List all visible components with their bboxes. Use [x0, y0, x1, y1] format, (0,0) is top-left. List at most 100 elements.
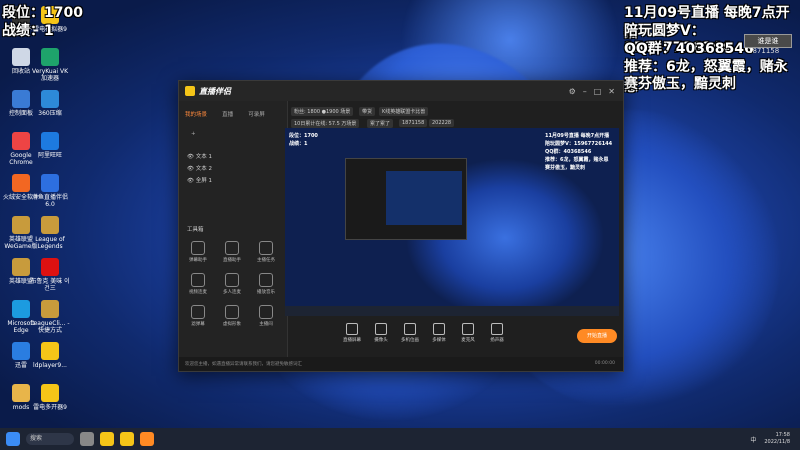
- toolbar-button-label: 多机位画: [401, 338, 419, 343]
- folder-icon[interactable]: [100, 432, 114, 446]
- desktop-icon[interactable]: LeagueCli... - 快捷方式: [30, 300, 70, 334]
- desktop-app-icon: [41, 48, 59, 66]
- preview-taskbar: [285, 306, 619, 316]
- desktop-icon[interactable]: 斗鱼直播伴侣6.0: [30, 174, 70, 208]
- toolbar-button-icon: [491, 323, 503, 335]
- stat-tired: 累了累了: [367, 119, 394, 128]
- preview-overlay-text: 11月09号直播 每晚7点开播 陪玩圆梦V：15967726144 QQ群：40…: [545, 133, 613, 171]
- tool-item[interactable]: 主播间: [253, 305, 279, 327]
- tool-icon: [225, 305, 239, 319]
- app-title: 直播伴侣: [199, 86, 231, 96]
- desktop-icon-label: ldplayer9...: [33, 362, 67, 369]
- desktop-app-icon: [41, 300, 59, 318]
- nested-preview-window: [345, 158, 467, 240]
- add-scene-icon[interactable]: +: [191, 131, 196, 137]
- tool-item[interactable]: 多人连麦: [219, 273, 245, 295]
- settings-icon[interactable]: ⚙: [569, 87, 576, 96]
- streaming-app-icon[interactable]: [140, 432, 154, 446]
- start-live-button[interactable]: 开始直播: [577, 329, 617, 343]
- stat-commerce[interactable]: 带货: [359, 107, 376, 116]
- tool-label: 虚拟形象: [223, 322, 241, 327]
- clock[interactable]: 17:58 2022/11/8: [764, 432, 790, 446]
- app-logo-icon: [185, 86, 195, 96]
- ldplayer-icon[interactable]: [120, 432, 134, 446]
- tool-item[interactable]: 滤弹幕: [185, 305, 211, 327]
- tool-item[interactable]: 虚拟形象: [219, 305, 245, 327]
- tool-icon: [225, 241, 239, 255]
- desktop-icon-label: LeagueCli... - 快捷方式: [30, 320, 70, 334]
- tool-label: 视频连麦: [189, 290, 207, 295]
- maximize-icon[interactable]: □: [594, 87, 602, 96]
- tool-item[interactable]: 直播助手: [219, 241, 245, 263]
- desktop-icon[interactable]: 布鲁克 美味 이건三: [30, 258, 70, 292]
- minimize-icon[interactable]: –: [583, 87, 587, 96]
- tab-record[interactable]: 可录屏: [248, 110, 265, 118]
- tool-icon: [259, 273, 273, 287]
- stream-preview[interactable]: 段位：1700 战绩：1 11月09号直播 每晚7点开播 陪玩圆梦V：15967…: [285, 128, 619, 316]
- qq-group: QQ群：40368546: [624, 41, 754, 57]
- app-titlebar[interactable]: 直播伴侣 ⚙ – □ ✕: [179, 81, 623, 101]
- preview-record: 战绩：1: [289, 141, 308, 147]
- ime-indicator[interactable]: 中: [750, 435, 756, 444]
- tool-item[interactable]: 视频连麦: [185, 273, 211, 295]
- desktop-app-icon: [12, 342, 30, 360]
- source-item[interactable]: 👁 文本 1: [179, 151, 287, 163]
- tool-icon: [191, 273, 205, 287]
- bottom-toolbar-button[interactable]: 扬声器: [484, 323, 510, 343]
- bottom-toolbar-button[interactable]: 多媒体: [426, 323, 452, 343]
- bottom-toolbar-button[interactable]: 直播屏幕: [339, 323, 365, 343]
- tool-label: 主播间: [259, 322, 273, 327]
- record-label: 战绩：1: [2, 23, 54, 39]
- desktop-app-icon: [41, 90, 59, 108]
- taskbar: 搜索 中 17:58 2022/11/8: [0, 428, 800, 450]
- desktop-app-icon: [12, 384, 30, 402]
- bottom-toolbar-button[interactable]: 多机位画: [397, 323, 423, 343]
- desktop-icon-label: 阿里旺旺: [37, 152, 62, 159]
- desktop-app-icon: [41, 132, 59, 150]
- desktop-icon-label: 360压缩: [38, 110, 62, 117]
- desktop-app-icon: [12, 132, 30, 150]
- start-icon[interactable]: [6, 432, 20, 446]
- bottom-toolbar-button[interactable]: 摄像头: [368, 323, 394, 343]
- desktop-app-icon: [12, 258, 30, 276]
- desktop-icon-label: 斗鱼直播伴侣6.0: [31, 194, 68, 208]
- desktop-app-icon: [41, 342, 59, 360]
- task-view-icon[interactable]: [80, 432, 94, 446]
- desktop-app-icon: [12, 48, 30, 66]
- tool-item[interactable]: 主播任务: [253, 241, 279, 263]
- bottom-toolbar-button[interactable]: 麦克风: [455, 323, 481, 343]
- stat-online: 10日累计在线: 57.5 万场景: [291, 119, 360, 128]
- tool-item[interactable]: 播放音乐: [253, 273, 279, 295]
- preview-rank: 段位：1700: [289, 133, 318, 139]
- tool-item[interactable]: 弹幕助手: [185, 241, 211, 263]
- tool-label: 弹幕助手: [189, 258, 207, 263]
- close-icon[interactable]: ✕: [608, 87, 615, 96]
- toolbar-button-label: 直播屏幕: [343, 338, 361, 343]
- desktop-app-icon: [41, 384, 59, 402]
- desktop-app-icon: [12, 90, 30, 108]
- desktop-icon[interactable]: League of Legends: [30, 216, 70, 250]
- tab-live[interactable]: 直播: [222, 110, 233, 118]
- tool-label: 多人连麦: [223, 290, 241, 295]
- source-item[interactable]: 👁 全屏 1: [179, 175, 287, 187]
- streaming-app-window[interactable]: 直播伴侣 ⚙ – □ ✕ 我的场景 直播 可录屏 + 👁 文本 1 👁 文本 2…: [178, 80, 624, 372]
- taskbar-search[interactable]: 搜索: [26, 433, 74, 445]
- source-item[interactable]: 👁 文本 2: [179, 163, 287, 175]
- desktop-icon[interactable]: 雷电多开器9: [30, 384, 70, 411]
- badge-box: 谁是谁: [744, 34, 792, 48]
- tool-icon: [259, 241, 273, 255]
- toolbar-button-label: 多媒体: [432, 338, 446, 343]
- stat-category[interactable]: K线英雄联盟卡比兽: [379, 107, 429, 116]
- desktop-icon-label: 布鲁克 美味 이건三: [30, 278, 70, 292]
- left-panel: 我的场景 直播 可录屏 + 👁 文本 1 👁 文本 2 👁 全屏 1 工具箱 弹…: [179, 101, 288, 371]
- toolbar-button-icon: [462, 323, 474, 335]
- toolbox-title: 工具箱: [187, 227, 204, 233]
- desktop-icon[interactable]: ldplayer9...: [30, 342, 70, 369]
- desktop-icon[interactable]: VeryKuai VK加速器: [30, 48, 70, 82]
- desktop-app-icon: [41, 174, 59, 192]
- desktop-icon[interactable]: 360压缩: [30, 90, 70, 117]
- tab-scenes[interactable]: 我的场景: [185, 110, 207, 118]
- desktop-icon[interactable]: 阿里旺旺: [30, 132, 70, 159]
- recommend-line-2: 赛芬傲玉，黯灵刺: [624, 76, 736, 92]
- tool-label: 主播任务: [257, 258, 275, 263]
